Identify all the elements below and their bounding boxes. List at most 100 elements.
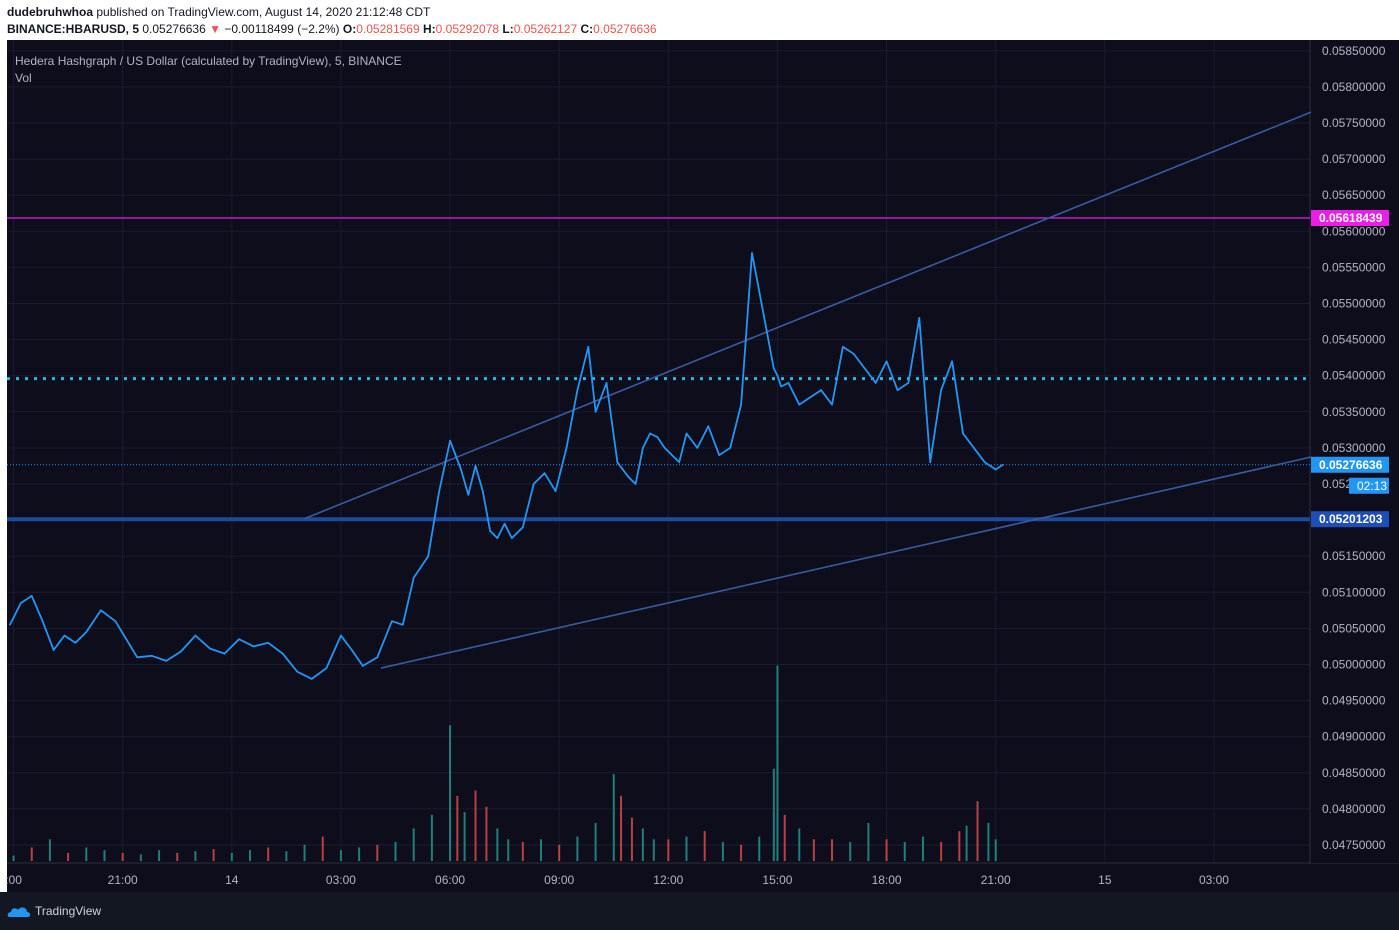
price-point <box>798 403 801 406</box>
price-tick-label: 0.05650000 <box>1322 188 1386 202</box>
price-tick-label: 0.05350000 <box>1322 405 1386 419</box>
price-point <box>951 360 953 363</box>
price-point <box>1002 463 1004 466</box>
price-point <box>532 483 535 485</box>
price-point <box>776 374 779 377</box>
price-point <box>376 656 379 659</box>
volume-bar <box>430 814 433 861</box>
price-point <box>853 353 855 355</box>
volume-bar <box>139 854 142 861</box>
price-point <box>642 447 644 449</box>
price-point <box>511 537 513 539</box>
price-point <box>503 522 506 525</box>
tradingview-logo[interactable]: TradingView <box>7 903 101 919</box>
price-point <box>474 465 477 467</box>
volume-bar <box>740 844 743 861</box>
price-tick-label: 0.04900000 <box>1322 730 1386 744</box>
price-point <box>361 665 364 667</box>
price-point <box>63 634 66 637</box>
volume-bar <box>248 850 251 861</box>
symbol-label: BINANCE:HBARUSD, 5 <box>7 22 140 36</box>
time-tick-label: 15:00 <box>762 873 792 887</box>
price-point <box>678 461 681 464</box>
volume-bar <box>558 844 561 861</box>
price-tick-label: 0.05550000 <box>1322 260 1386 274</box>
price-point <box>74 642 77 644</box>
price-point <box>522 526 524 529</box>
volume-bar <box>612 774 615 861</box>
price-tick-label: 0.05300000 <box>1322 441 1386 455</box>
price-point <box>929 461 932 464</box>
volume-bar <box>630 817 633 861</box>
price-point <box>983 461 986 464</box>
volume-bar <box>652 839 655 861</box>
price-point <box>962 432 964 435</box>
volume-bar <box>867 823 870 861</box>
volume-bar <box>776 665 779 861</box>
price-point <box>180 650 182 653</box>
volume-bar <box>456 795 459 861</box>
volume-bar <box>620 795 623 861</box>
chart-left-gutter <box>0 40 7 892</box>
volume-bar <box>685 836 688 861</box>
author-name[interactable]: dudebruhwhoa <box>7 5 93 19</box>
time-axis-bg <box>7 864 1399 892</box>
price-tick-label: 0.04850000 <box>1322 766 1386 780</box>
price-point <box>449 439 451 442</box>
price-point <box>296 670 299 673</box>
high-value: 0.05292078 <box>435 22 500 36</box>
price-point <box>787 382 790 384</box>
published-text: published on TradingView.com, August 14,… <box>96 5 431 19</box>
price-point <box>740 403 742 406</box>
volume-bar <box>30 847 33 861</box>
price-point <box>554 490 557 493</box>
open-value: 0.05281569 <box>356 22 420 36</box>
price-tick-label: 0.05400000 <box>1322 369 1386 383</box>
volume-bar <box>903 842 906 861</box>
low-value: 0.05262127 <box>513 22 578 36</box>
open-label: O: <box>342 22 357 36</box>
price-point <box>994 468 997 471</box>
price-point <box>467 494 470 496</box>
countdown-label: 02:13 <box>1357 479 1387 493</box>
price-point <box>707 425 710 428</box>
last-price: 0.05276636 <box>142 22 206 36</box>
footer-bar <box>0 892 1399 930</box>
volume-bar <box>212 849 215 861</box>
volume-bar <box>772 768 775 861</box>
legend-title: Hedera Hashgraph / US Dollar (calculated… <box>15 54 402 68</box>
price-chart[interactable]: 0.04750000 0.04800000 0.04850000 0.04900000… <box>0 40 1399 892</box>
price-point <box>576 389 579 391</box>
time-tick-label: :00 <box>5 873 22 887</box>
price-tick-label: 0.05150000 <box>1322 549 1386 563</box>
price-point <box>751 252 753 254</box>
price-tick-label: 0.04950000 <box>1322 694 1386 708</box>
price-point <box>649 432 651 435</box>
price-point <box>605 382 608 384</box>
price-point <box>136 656 139 659</box>
price-tick-label: 0.05600000 <box>1322 224 1386 238</box>
time-tick-label: 03:00 <box>1199 873 1229 887</box>
volume-bar <box>783 814 786 861</box>
price-point <box>391 620 393 622</box>
price-point <box>820 389 822 391</box>
price-point <box>696 447 699 449</box>
price-point <box>973 447 975 449</box>
time-tick-label: 03:00 <box>326 873 356 887</box>
price-tick-label: 0.05850000 <box>1322 44 1386 58</box>
volume-bar <box>576 836 579 861</box>
legend-volume: Vol <box>15 71 32 85</box>
price-tick-label: 0.04750000 <box>1322 838 1386 852</box>
price-tick-label: 0.05000000 <box>1322 657 1386 671</box>
volume-bar <box>994 839 997 861</box>
time-tick-label: 21:00 <box>981 873 1011 887</box>
price-point <box>412 577 415 579</box>
price-point <box>41 620 44 622</box>
volume-bar <box>965 825 968 861</box>
ohlc-line: BINANCE:HBARUSD, 5 0.05276636 ▼ −0.00118… <box>7 22 657 36</box>
volume-bar <box>194 851 197 861</box>
volume-bar <box>921 836 924 861</box>
volume-bar <box>540 839 543 861</box>
volume-bar <box>158 850 161 861</box>
volume-bar <box>12 855 15 861</box>
